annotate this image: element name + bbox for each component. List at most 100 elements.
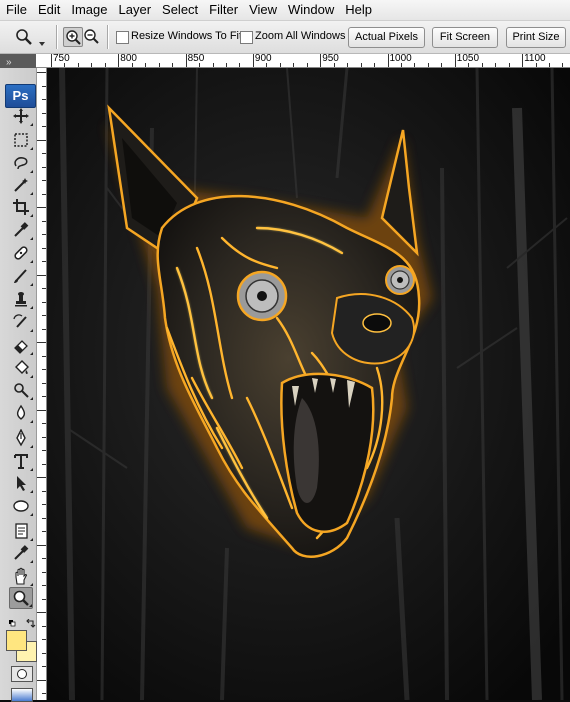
clone-stamp-tool[interactable] xyxy=(9,288,33,310)
ruler-tick xyxy=(42,531,46,532)
blur-tool[interactable] xyxy=(9,402,33,424)
path-selection-tool[interactable] xyxy=(9,472,33,494)
paint-bucket-icon xyxy=(15,360,29,374)
print-size-button[interactable]: Print Size xyxy=(506,27,566,48)
ruler-minor-tick xyxy=(306,63,308,67)
notes-tool[interactable] xyxy=(9,520,33,542)
move-tool[interactable] xyxy=(9,105,33,127)
ruler-tick xyxy=(42,166,46,168)
ruler-minor-tick xyxy=(400,63,402,67)
ruler-tick xyxy=(42,99,46,100)
ruler-tick xyxy=(42,436,46,438)
hand-icon xyxy=(15,567,27,585)
ruler-tick xyxy=(37,207,46,208)
tool-flyout-indicator xyxy=(30,306,33,309)
zoom-tool[interactable] xyxy=(9,587,33,609)
color-sampler-tool[interactable] xyxy=(9,542,33,564)
ruler-tick xyxy=(42,693,46,694)
ruler-minor-tick xyxy=(508,63,510,67)
ruler-tick xyxy=(42,639,46,640)
ruler-label: 900 xyxy=(254,54,272,64)
zoom-in-icon[interactable] xyxy=(63,27,83,47)
zoom-all-windows-checkbox[interactable] xyxy=(240,31,253,44)
tool-flyout-indicator xyxy=(30,147,33,150)
ruler-minor-tick xyxy=(374,63,376,67)
preset-dropdown-icon[interactable] xyxy=(38,34,46,46)
color-controls xyxy=(8,616,36,628)
brush-tool[interactable] xyxy=(9,265,33,287)
menu-window[interactable]: Window xyxy=(282,0,339,20)
menu-filter[interactable]: Filter xyxy=(203,0,243,20)
history-brush-tool[interactable] xyxy=(9,311,33,333)
ruler-minor-tick xyxy=(239,63,241,67)
ruler-tick xyxy=(37,679,46,681)
ruler-minor-tick xyxy=(225,63,227,67)
ruler-major-tick xyxy=(252,54,254,67)
ruler-minor-tick xyxy=(414,63,416,67)
ellipse-tool[interactable] xyxy=(9,495,33,517)
crop-tool[interactable] xyxy=(9,196,33,218)
toolbox-header[interactable]: » xyxy=(0,54,36,68)
quick-mask-button[interactable] xyxy=(11,666,33,682)
hand-tool[interactable] xyxy=(9,565,33,587)
pen-tool[interactable] xyxy=(9,427,33,449)
eraser-tool[interactable] xyxy=(9,334,33,356)
actual-pixels-button[interactable]: Actual Pixels xyxy=(348,27,425,48)
zoom-out-icon[interactable] xyxy=(82,27,100,45)
menu-edit[interactable]: Edit xyxy=(32,0,65,20)
swap-colors-icon[interactable] xyxy=(26,618,36,628)
tool-flyout-indicator xyxy=(30,490,33,493)
menu-help[interactable]: Help xyxy=(339,0,377,20)
ruler-minor-tick xyxy=(441,63,443,67)
fit-screen-button[interactable]: Fit Screen xyxy=(432,27,498,48)
menu-file[interactable]: File xyxy=(0,0,32,20)
ruler-minor-tick xyxy=(535,63,537,67)
brush-icon xyxy=(14,269,27,283)
separator xyxy=(107,25,109,49)
ruler-tick xyxy=(42,369,46,370)
lasso-tool[interactable] xyxy=(9,152,33,174)
ruler-minor-tick xyxy=(266,63,268,67)
ruler-tick xyxy=(42,180,46,181)
ruler-tick xyxy=(42,625,46,627)
ruler-tick xyxy=(42,288,46,289)
tool-flyout-indicator xyxy=(30,538,33,541)
type-tool[interactable] xyxy=(9,450,33,472)
ruler-tick xyxy=(37,544,46,546)
blur-icon xyxy=(16,404,26,420)
healing-brush-tool[interactable] xyxy=(9,242,33,264)
paint-bucket-tool[interactable] xyxy=(9,357,33,379)
menu-image[interactable]: Image xyxy=(65,0,112,20)
ruler-minor-tick xyxy=(360,63,362,67)
foreground-color-swatch[interactable] xyxy=(6,630,27,651)
eraser-icon xyxy=(14,340,28,354)
menu-select[interactable]: Select xyxy=(156,0,203,20)
magic-wand-tool[interactable] xyxy=(9,174,33,196)
ruler-tick xyxy=(42,598,46,600)
ruler-tick xyxy=(42,301,46,303)
ruler-minor-tick xyxy=(427,63,429,67)
ruler-tick xyxy=(37,139,46,141)
ruler-tick xyxy=(42,585,46,586)
ruler-minor-tick xyxy=(199,63,201,67)
ruler-tick xyxy=(42,261,46,262)
artwork xyxy=(47,68,570,700)
marquee-tool[interactable] xyxy=(9,129,33,151)
document-canvas[interactable] xyxy=(47,68,570,700)
menu-view[interactable]: View xyxy=(243,0,282,20)
dodge-tool[interactable] xyxy=(9,379,33,401)
ruler-tick xyxy=(42,193,46,195)
crop-icon xyxy=(13,199,29,215)
ruler-label: 850 xyxy=(187,54,205,64)
ruler-tick xyxy=(42,247,46,249)
ruler-major-tick xyxy=(454,54,456,67)
menu-layer[interactable]: Layer xyxy=(113,0,157,20)
ruler-tick xyxy=(42,112,46,114)
ruler-minor-tick xyxy=(481,63,483,67)
ruler-major-tick xyxy=(522,54,524,67)
zoom-tool-preset-icon[interactable] xyxy=(14,27,34,47)
type-icon xyxy=(14,454,28,469)
eyedropper-tool[interactable] xyxy=(9,219,33,241)
tool-flyout-indicator xyxy=(30,170,33,173)
resize-windows-checkbox[interactable] xyxy=(116,31,129,44)
